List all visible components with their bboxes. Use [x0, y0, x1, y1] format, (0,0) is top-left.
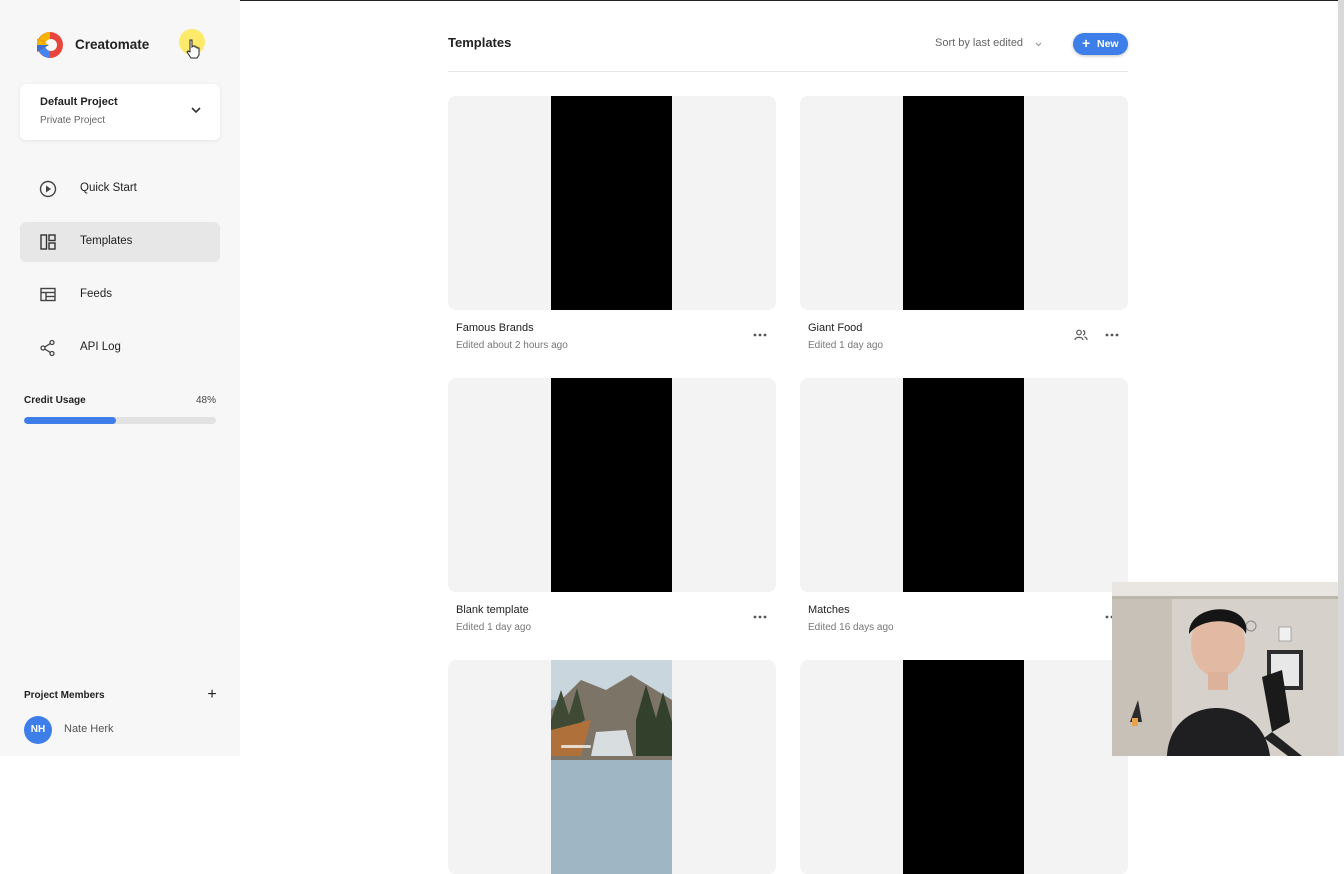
page-title: Templates: [448, 35, 512, 50]
thumbnail-preview: [551, 96, 672, 310]
template-edited: Edited 16 days ago: [808, 622, 894, 633]
project-members-label: Project Members: [24, 690, 105, 701]
sidebar-item-label: Feeds: [80, 288, 112, 300]
member-name: Nate Herk: [64, 723, 114, 735]
template-edited: Edited 1 day ago: [456, 622, 532, 633]
landscape-photo-thumbnail: [551, 660, 672, 874]
hand-cursor-icon: [186, 39, 200, 59]
new-template-button[interactable]: + New: [1073, 33, 1128, 55]
project-visibility: Private Project: [40, 115, 106, 126]
template-thumbnail[interactable]: [800, 96, 1128, 310]
template-name: Giant Food: [808, 322, 863, 334]
thumbnail-preview: [903, 96, 1024, 310]
chevron-down-icon[interactable]: [1034, 40, 1043, 49]
template-card[interactable]: Famous Brands Edited about 2 hours ago: [448, 96, 776, 356]
template-card[interactable]: [448, 660, 776, 874]
window-top-border: [240, 0, 1344, 1]
sidebar-item-templates[interactable]: Templates: [20, 222, 220, 262]
more-options-icon[interactable]: [1104, 332, 1120, 338]
template-name: Matches: [808, 604, 850, 616]
thumbnail-preview: [551, 378, 672, 592]
credit-usage-fill: [24, 417, 117, 424]
sidebar-item-api-log[interactable]: API Log: [20, 328, 220, 368]
templates-icon: [40, 234, 56, 250]
template-edited: Edited about 2 hours ago: [456, 340, 568, 351]
play-circle-icon: [39, 180, 57, 198]
template-thumbnail[interactable]: [448, 378, 776, 592]
template-card[interactable]: Blank template Edited 1 day ago: [448, 378, 776, 638]
header-divider: [448, 71, 1128, 72]
credit-usage-label: Credit Usage: [24, 395, 86, 406]
template-thumbnail[interactable]: [448, 660, 776, 874]
template-thumbnail[interactable]: [800, 378, 1128, 592]
more-options-icon[interactable]: [752, 332, 768, 338]
sort-dropdown[interactable]: Sort by last edited: [935, 37, 1023, 49]
webcam-overlay: [1112, 582, 1344, 756]
credit-usage-bar: [24, 417, 216, 424]
template-card[interactable]: Matches Edited 16 days ago: [800, 378, 1128, 638]
brand-name: Creatomate: [75, 37, 150, 52]
template-card[interactable]: Giant Food Edited 1 day ago: [800, 96, 1128, 356]
shared-users-icon[interactable]: [1074, 328, 1088, 342]
avatar[interactable]: NH: [24, 716, 52, 744]
thumbnail-preview: [903, 378, 1024, 592]
project-selector[interactable]: Default Project Private Project: [20, 84, 220, 140]
template-name: Famous Brands: [456, 322, 534, 334]
chevron-down-icon: [191, 107, 201, 114]
template-thumbnail[interactable]: [448, 96, 776, 310]
webcam-presenter-image: [1112, 582, 1344, 756]
sidebar: Creatomate Default Project Private Proje…: [0, 0, 240, 756]
more-options-icon[interactable]: [752, 614, 768, 620]
project-name: Default Project: [40, 96, 118, 108]
page-scrollbar[interactable]: [1338, 0, 1344, 756]
template-card[interactable]: [800, 660, 1128, 874]
plus-icon: +: [1082, 35, 1091, 51]
template-edited: Edited 1 day ago: [808, 340, 884, 351]
credit-usage-percent: 48%: [195, 395, 216, 406]
template-name: Blank template: [456, 604, 529, 616]
sidebar-item-label: Quick Start: [80, 182, 137, 194]
thumbnail-preview: [903, 660, 1024, 874]
add-member-button[interactable]: +: [204, 687, 220, 703]
sidebar-item-label: API Log: [80, 341, 121, 353]
sidebar-item-quick-start[interactable]: Quick Start: [20, 169, 220, 209]
sidebar-item-feeds[interactable]: Feeds: [20, 275, 220, 315]
template-thumbnail[interactable]: [800, 660, 1128, 874]
creatomate-logo-icon: [37, 32, 63, 58]
new-button-label: New: [1097, 38, 1119, 50]
share-nodes-icon: [40, 339, 55, 357]
sidebar-item-label: Templates: [80, 235, 133, 247]
feeds-table-icon: [40, 287, 56, 302]
